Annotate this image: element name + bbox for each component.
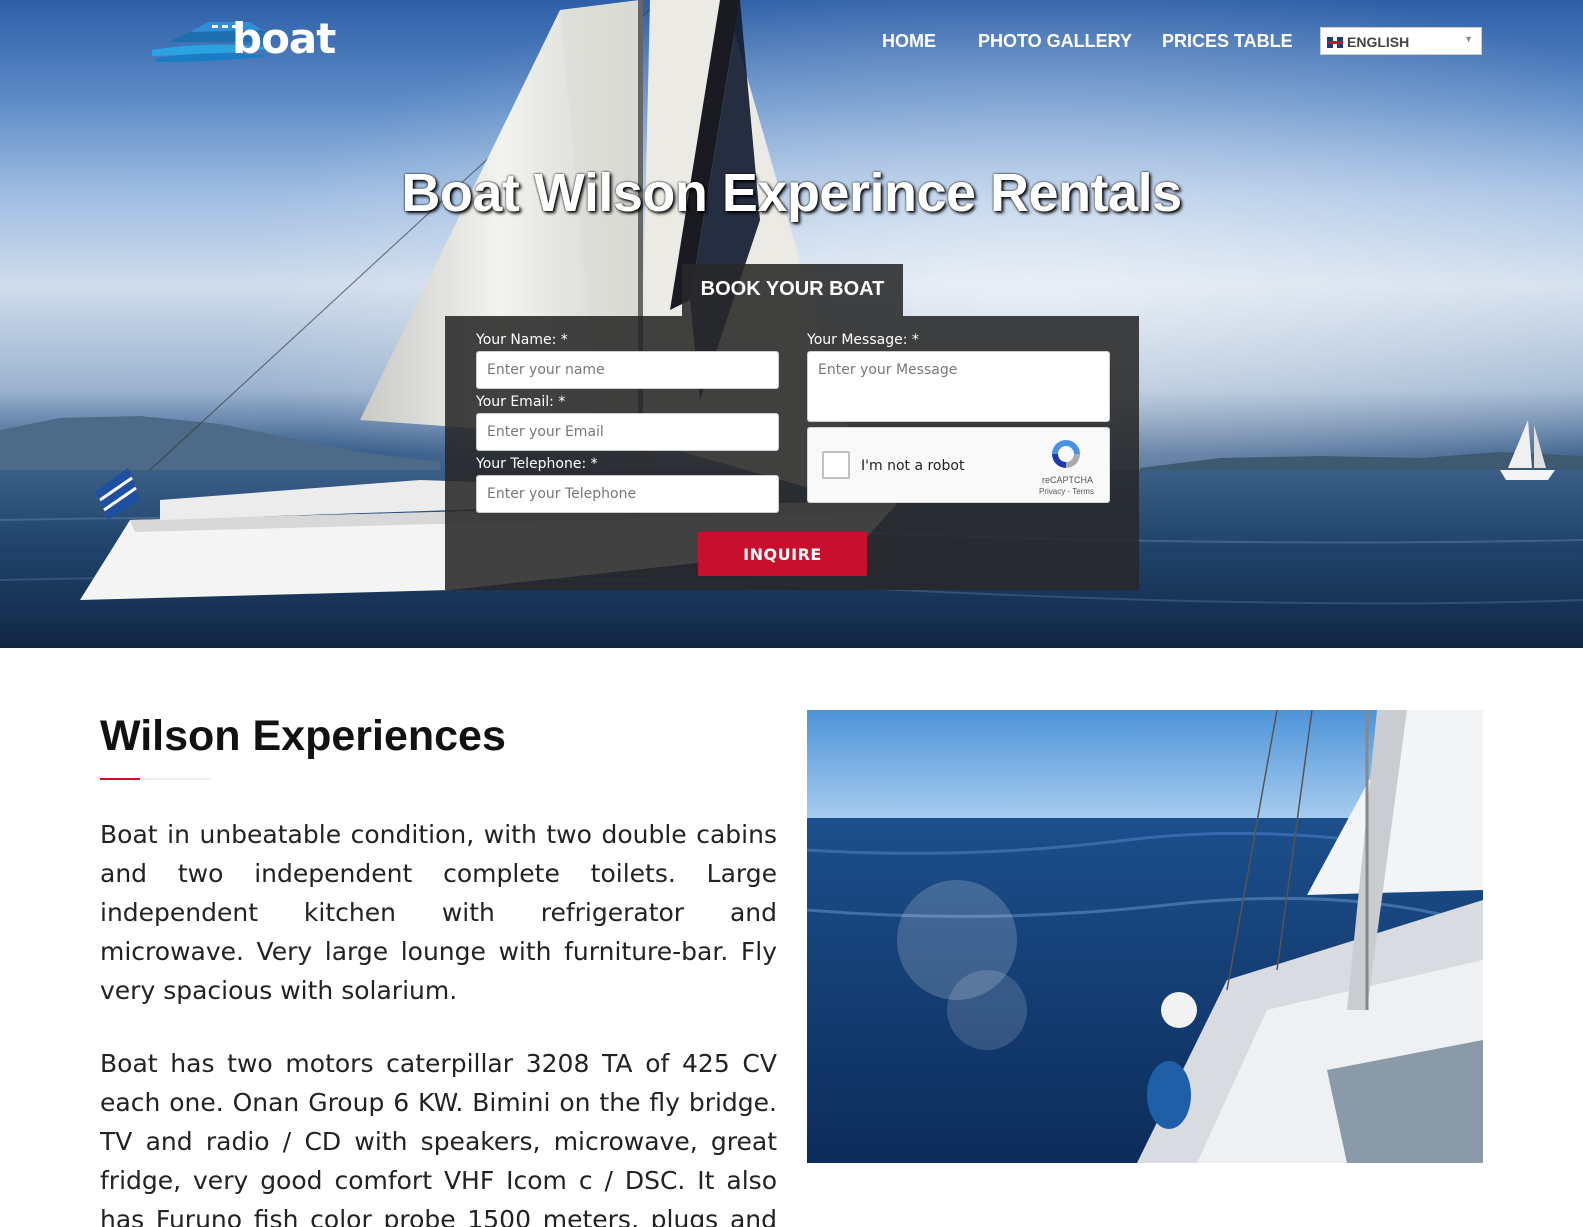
title-underline: [100, 778, 210, 780]
inquire-button[interactable]: INQUIRE: [698, 532, 867, 576]
recaptcha-logo-icon: [1052, 440, 1080, 468]
name-label: Your Name: *: [476, 332, 568, 348]
recaptcha-terms-link[interactable]: Privacy - Terms: [1039, 487, 1094, 496]
phone-label: Your Telephone: *: [476, 456, 598, 472]
description-paragraph-2: Boat has two motors caterpillar 3208 TA …: [100, 1049, 777, 1227]
recaptcha-widget: I'm not a robot reCAPTCHA Privacy - Term…: [807, 427, 1110, 503]
nav-prices-table[interactable]: PRICES TABLE: [1162, 31, 1293, 52]
recaptcha-checkbox[interactable]: [822, 451, 850, 479]
hero-title: Boat Wilson Experince Rentals: [401, 163, 1182, 223]
phone-input[interactable]: Enter your Telephone: [476, 475, 779, 513]
message-textarea[interactable]: Enter your Message: [807, 351, 1110, 422]
hero-banner: boat HOME PHOTO GALLERY PRICES TABLE ENG…: [0, 0, 1583, 648]
sailing-deck-photo: [807, 710, 1483, 1163]
logo-text[interactable]: boat: [232, 14, 336, 63]
chevron-down-icon: ▼: [1464, 34, 1473, 44]
name-input[interactable]: Enter your name: [476, 351, 779, 389]
language-label: ENGLISH: [1347, 34, 1410, 50]
section-title: Wilson Experiences: [100, 712, 506, 760]
nav-home[interactable]: HOME: [882, 31, 936, 52]
email-label: Your Email: *: [476, 394, 566, 410]
recaptcha-label: I'm not a robot: [861, 458, 965, 474]
nav-photo-gallery[interactable]: PHOTO GALLERY: [978, 31, 1132, 52]
uk-flag-icon: [1327, 37, 1343, 48]
description-paragraph-1: Boat in unbeatable condition, with two d…: [100, 820, 777, 1005]
recaptcha-brand: reCAPTCHA: [1042, 475, 1094, 485]
email-input[interactable]: Enter your Email: [476, 413, 779, 451]
book-your-boat-tab: BOOK YOUR BOAT: [682, 264, 903, 316]
message-label: Your Message: *: [807, 332, 919, 348]
language-select[interactable]: ENGLISH ▼: [1320, 27, 1482, 55]
